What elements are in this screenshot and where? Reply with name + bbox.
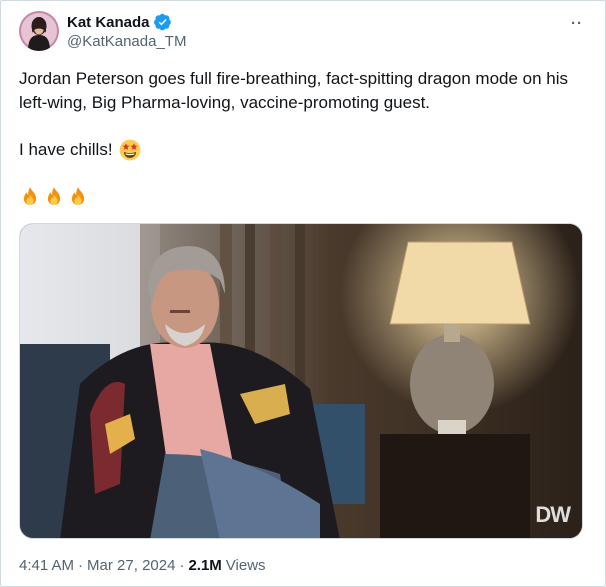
fire-emoji-icon [47,187,61,205]
author-display-name[interactable]: Kat Kanada [67,14,150,31]
fire-emojis [19,186,89,208]
tweet-card: Kat Kanada @KatKanada_TM ·· Jordan Peter… [0,0,606,587]
star-struck-emoji-icon [119,139,140,161]
avatar-image [19,11,59,51]
avatar[interactable] [19,11,59,51]
more-options-button[interactable]: ·· [571,15,583,32]
tweet-text-line2: I have chills! [19,138,141,162]
views-label: Views [225,557,266,574]
author-name-row: Kat Kanada [67,13,172,31]
video-frame-image [20,224,582,538]
views-count: 2.1M [188,557,222,574]
tweet-time[interactable]: 4:41 AM [19,557,74,574]
video-watermark: DW [535,502,571,527]
verified-badge-icon [153,13,171,31]
tweet-meta: 4:41 AM · Mar 27, 2024 · 2.1M Views [19,557,266,574]
tweet-text: Jordan Peterson goes full fire-breathing… [19,69,573,112]
tweet-video[interactable]: DW [19,223,583,539]
fire-emoji-icon [71,187,85,205]
tweet-text-chills: I have chills! [19,140,113,159]
meta-separator: · [78,557,84,574]
meta-separator: · [179,557,185,574]
tweet-date[interactable]: Mar 27, 2024 [87,557,175,574]
fire-emoji-icon [23,187,37,205]
author-handle[interactable]: @KatKanada_TM [67,33,186,50]
